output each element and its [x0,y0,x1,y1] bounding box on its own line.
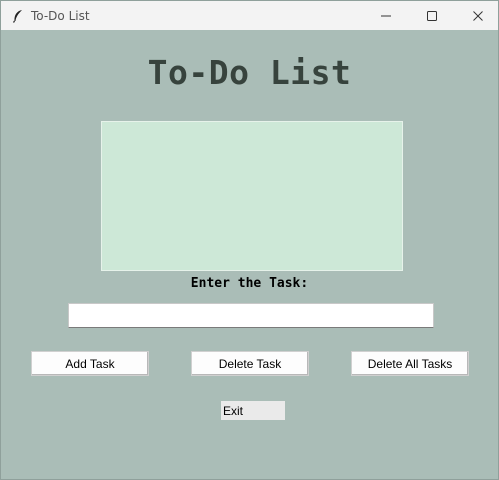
delete-all-tasks-button[interactable]: Delete All Tasks [351,351,469,376]
task-input-label: Enter the Task: [190,276,309,291]
feather-icon [11,9,25,23]
app-window: To-Do List To-Do List Enter the Task: Ad… [0,0,499,480]
task-listbox[interactable] [101,121,403,271]
task-input[interactable] [68,303,434,328]
minimize-button[interactable] [363,1,409,30]
maximize-icon [427,10,437,21]
delete-task-button[interactable]: Delete Task [191,351,309,376]
exit-button[interactable]: Exit [221,401,285,420]
close-icon [473,10,483,21]
title-bar[interactable]: To-Do List [1,1,498,30]
maximize-button[interactable] [409,1,455,30]
window-title: To-Do List [31,8,90,23]
add-task-button[interactable]: Add Task [31,351,149,376]
page-title: To-Do List [147,53,352,92]
close-button[interactable] [455,1,499,30]
minimize-icon [381,15,391,16]
